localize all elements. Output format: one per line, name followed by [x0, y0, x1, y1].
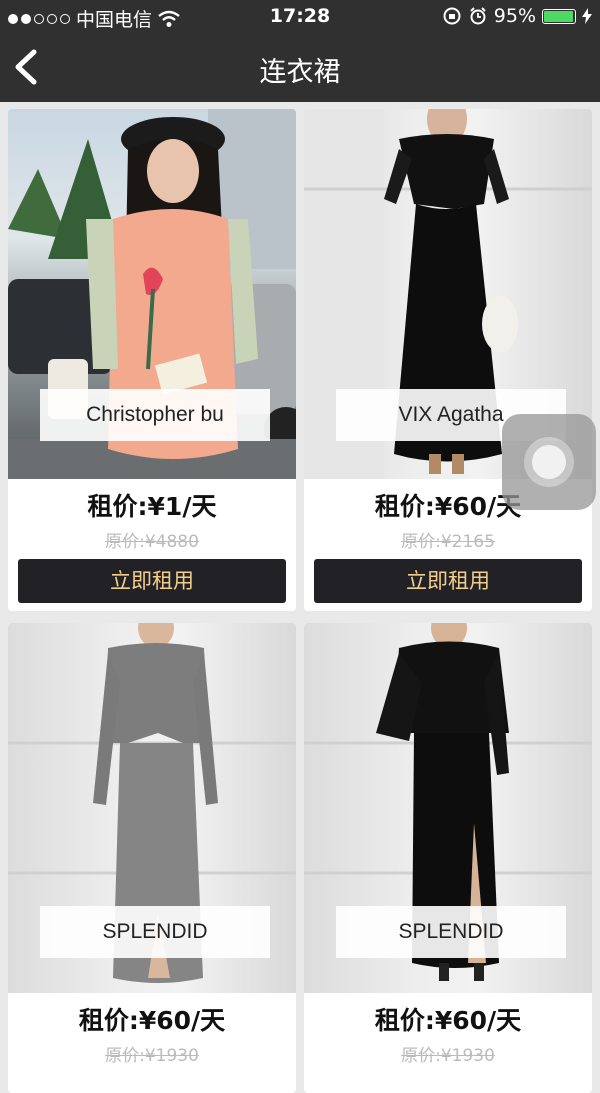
- original-price: 原价:¥1930: [401, 1046, 495, 1066]
- rental-price: 租价:¥1/天: [87, 492, 217, 521]
- product-card[interactable]: SPLENDID 租价:¥60/天 原价:¥1930: [8, 623, 296, 1093]
- alarm-icon: [470, 7, 486, 25]
- orientation-lock-icon: [443, 7, 461, 25]
- charging-icon: [582, 8, 592, 24]
- nav-bar: 连衣裙: [0, 34, 600, 102]
- battery-icon: [542, 8, 576, 24]
- rental-price: 租价:¥60/天: [78, 1006, 226, 1035]
- original-price: 原价:¥2165: [401, 532, 495, 552]
- brand-label: Christopher bu: [40, 389, 270, 441]
- rent-now-button[interactable]: 立即租用: [314, 559, 582, 603]
- page-title: 连衣裙: [259, 57, 341, 88]
- brand-label: SPLENDID: [336, 906, 566, 958]
- rent-now-button[interactable]: 立即租用: [18, 559, 286, 603]
- assistive-touch-button[interactable]: [502, 414, 596, 510]
- battery-percent: 95%: [493, 5, 536, 27]
- status-bar: 中国电信 17:28 95%: [0, 0, 600, 34]
- original-price: 原价:¥1930: [105, 1046, 199, 1066]
- product-card[interactable]: VIX Agatha 租价:¥60/天 原价:¥2165 立即租用: [304, 109, 592, 611]
- product-card[interactable]: Christopher bu 租价:¥1/天 原价:¥4880 立即租用: [8, 109, 296, 611]
- original-price: 原价:¥4880: [105, 532, 199, 552]
- rental-price: 租价:¥60/天: [374, 1006, 522, 1035]
- product-card[interactable]: SPLENDID 租价:¥60/天 原价:¥1930: [304, 623, 592, 1093]
- brand-label: SPLENDID: [40, 906, 270, 958]
